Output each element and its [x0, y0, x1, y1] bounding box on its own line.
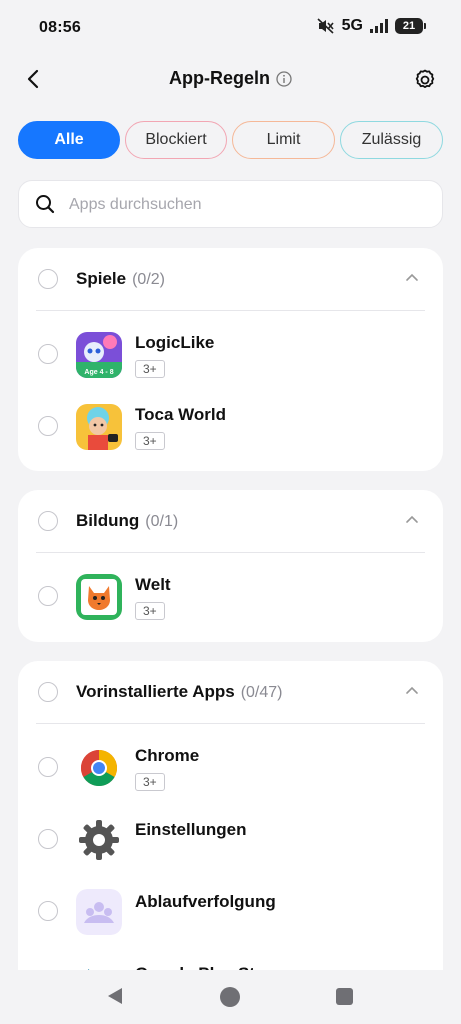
category-header[interactable]: Bildung (0/1): [18, 490, 443, 552]
app-radio[interactable]: [38, 757, 58, 777]
app-radio[interactable]: [38, 416, 58, 436]
category-header[interactable]: Vorinstallierte Apps (0/47): [18, 661, 443, 723]
battery-level: 21: [402, 20, 416, 32]
age-badge: 3+: [135, 432, 165, 450]
mute-icon: [317, 18, 334, 34]
category-radio[interactable]: [38, 682, 58, 702]
app-row-einstellungen[interactable]: Einstellungen: [18, 804, 443, 876]
nav-back-icon[interactable]: [106, 986, 124, 1006]
chevron-up-icon[interactable]: [405, 514, 419, 524]
category-count: (0/47): [240, 684, 283, 701]
category-title: Bildung (0/1): [76, 511, 178, 531]
network-label: 5G: [341, 17, 363, 34]
filter-allowed[interactable]: Zulässig: [340, 121, 443, 159]
welt-icon: [76, 574, 122, 620]
navigation-bar: [0, 970, 461, 1024]
category-title: Vorinstallierte Apps (0/47): [76, 682, 283, 702]
nav-home-icon[interactable]: [220, 987, 240, 1007]
signal-icon: [370, 19, 388, 33]
category-title: Spiele (0/2): [76, 269, 165, 289]
search-box: [18, 180, 443, 229]
search-icon: [36, 195, 55, 214]
status-time: 08:56: [39, 19, 81, 36]
toca-world-icon: [76, 404, 122, 450]
category-name: Spiele: [76, 269, 127, 288]
category-card-vorinstallierte-apps: Vorinstallierte Apps (0/47) Chrome 3+ Ei…: [18, 661, 443, 1001]
title-wrap: App-Regeln: [0, 68, 461, 89]
filter-tabs: Alle Blockiert Limit Zulässig: [18, 121, 443, 161]
logiclike-icon-label: Age 4 - 8: [84, 369, 113, 376]
category-card-bildung: Bildung (0/1) Welt 3+: [18, 490, 443, 642]
category-radio[interactable]: [38, 511, 58, 531]
category-header[interactable]: Spiele (0/2): [18, 248, 443, 310]
age-badge: 3+: [135, 773, 165, 791]
app-name: Einstellungen: [135, 820, 247, 839]
app-radio[interactable]: [38, 344, 58, 364]
category-card-spiele: Spiele (0/2) Age 4 - 8 LogicLike 3+ Toca…: [18, 248, 443, 471]
app-name: Chrome: [135, 746, 200, 765]
app-row-toca-world[interactable]: Toca World 3+: [18, 391, 443, 463]
app-name: Welt: [135, 575, 171, 594]
category-count: (0/1): [145, 513, 179, 530]
tracking-icon: [76, 889, 122, 935]
app-radio[interactable]: [38, 829, 58, 849]
divider: [36, 310, 425, 311]
logiclike-icon: Age 4 - 8: [76, 332, 122, 378]
search-input[interactable]: [67, 181, 431, 229]
app-row-logiclike[interactable]: Age 4 - 8 LogicLike 3+: [18, 319, 443, 391]
app-row-ablaufverfolgung[interactable]: Ablaufverfolgung: [18, 876, 443, 948]
status-icons: 5G 21: [317, 17, 426, 35]
battery-icon: 21: [395, 18, 426, 34]
chevron-up-icon[interactable]: [405, 685, 419, 695]
category-count: (0/2): [132, 271, 165, 288]
category-name: Bildung: [76, 511, 140, 530]
gear-icon: [415, 69, 435, 88]
divider: [36, 552, 425, 553]
nav-recent-apps-icon[interactable]: [336, 988, 353, 1005]
age-badge: 3+: [135, 360, 165, 378]
settings-gear-icon: [76, 817, 122, 863]
chrome-icon: [76, 745, 122, 791]
app-row-chrome[interactable]: Chrome 3+: [18, 732, 443, 804]
app-name: Ablaufverfolgung: [135, 892, 276, 911]
chevron-up-icon[interactable]: [405, 272, 419, 282]
category-radio[interactable]: [38, 269, 58, 289]
app-name: Toca World: [135, 405, 226, 424]
category-name: Vorinstallierte Apps: [76, 682, 235, 701]
divider: [36, 723, 425, 724]
app-row-welt[interactable]: Welt 3+: [18, 561, 443, 633]
filter-all[interactable]: Alle: [18, 121, 120, 159]
age-badge: 3+: [135, 602, 165, 620]
header: App-Regeln: [0, 56, 461, 104]
settings-button[interactable]: [411, 66, 439, 94]
page-title: App-Regeln: [169, 68, 270, 88]
status-bar: 08:56 5G 21: [0, 0, 461, 56]
app-radio[interactable]: [38, 586, 58, 606]
filter-blocked[interactable]: Blockiert: [125, 121, 227, 159]
info-icon[interactable]: [276, 70, 292, 87]
filter-limit[interactable]: Limit: [232, 121, 335, 159]
app-name: LogicLike: [135, 333, 215, 352]
app-radio[interactable]: [38, 901, 58, 921]
